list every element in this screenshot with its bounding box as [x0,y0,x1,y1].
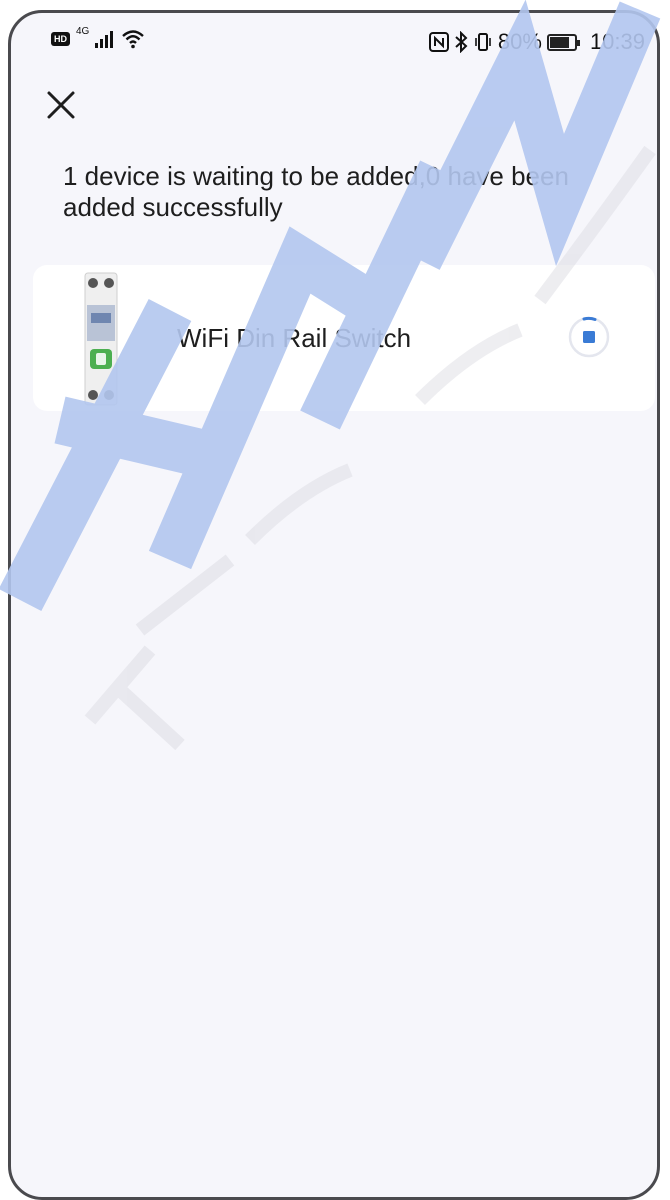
signal-icon [95,31,114,48]
status-bar-left: HD 4G [51,25,145,49]
stop-spinner-icon[interactable] [567,315,611,359]
device-card[interactable]: WiFi Din Rail Switch [33,265,655,411]
hd-icon: HD [51,32,70,46]
bluetooth-icon [455,31,468,53]
network-type: 4G [76,25,90,37]
phone-frame: HD 4G 80% 10:39 1 device is waiting to b… [8,10,660,1200]
close-button[interactable] [41,85,81,125]
close-icon [47,91,75,119]
battery-icon [546,33,580,51]
vibrate-icon [475,33,491,51]
page-title: 1 device is waiting to be added,0 have b… [63,161,569,222]
device-image [84,272,118,406]
clock: 10:39 [589,29,645,54]
status-bar: HD 4G 80% 10:39 [11,25,657,59]
wifi-icon [122,30,145,49]
battery-percent: 80% [497,29,542,54]
status-bar-right: 80% 10:39 [428,29,645,55]
nfc-icon [428,32,449,52]
device-name: WiFi Din Rail Switch [177,323,412,353]
